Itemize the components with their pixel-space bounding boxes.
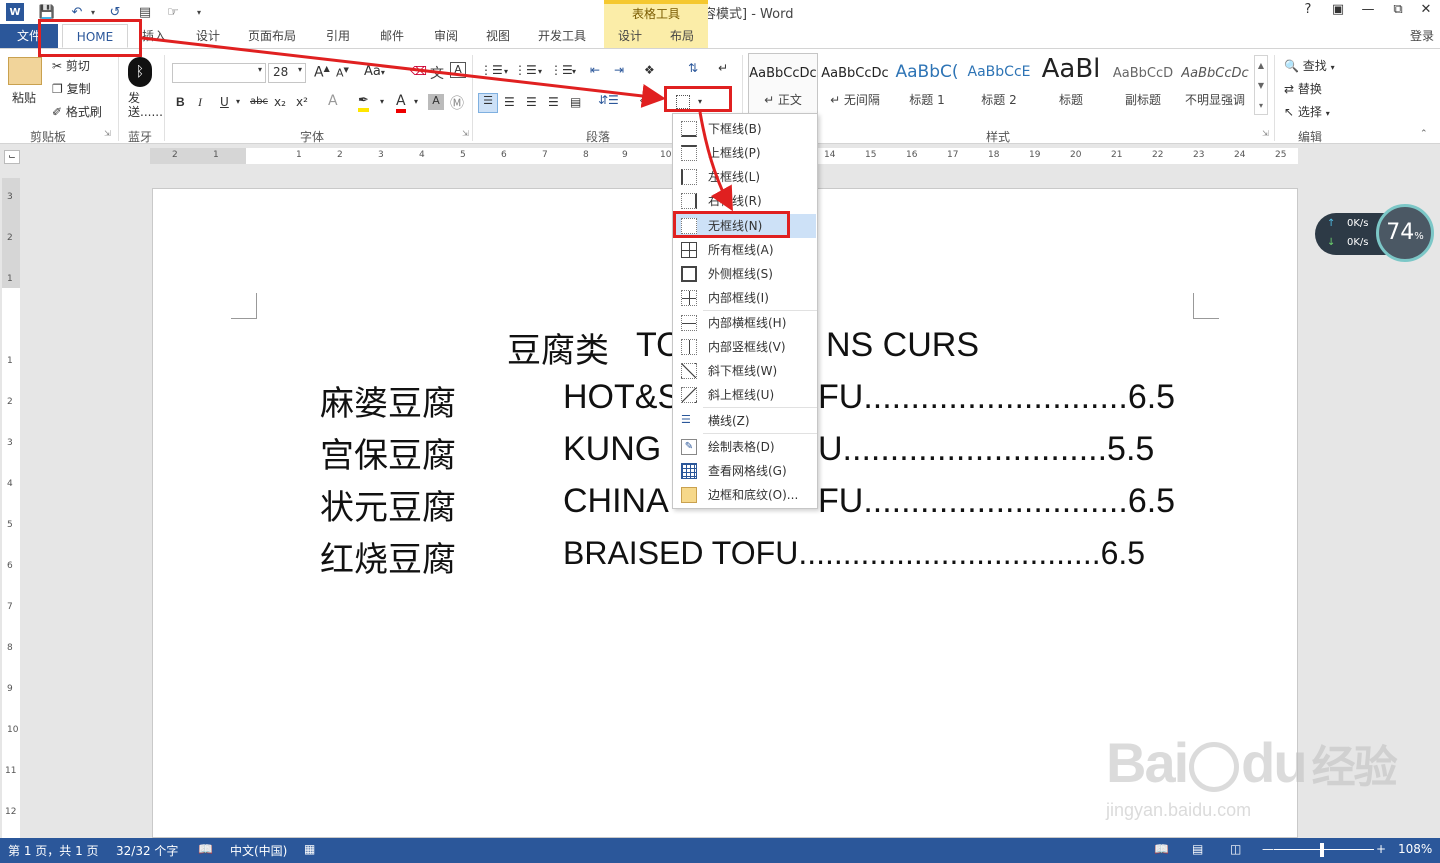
language[interactable]: 中文(中国) [230, 842, 287, 859]
zoom-slider-thumb[interactable] [1320, 843, 1324, 857]
page-count[interactable]: 第 1 页，共 1 页 [8, 842, 99, 859]
memory-percent-unit: % [1414, 231, 1424, 242]
macro-record-icon[interactable]: ▦ [304, 842, 315, 856]
annotation-arrow [141, 36, 666, 108]
proofing-icon[interactable]: 📖 [198, 842, 213, 856]
upload-speed: 0K/s [1347, 218, 1369, 229]
print-layout-icon[interactable]: ▤ [1192, 842, 1203, 856]
watermark-url: jingyan.baidu.com [1106, 800, 1252, 820]
memory-percent: 74 [1386, 220, 1415, 245]
memory-usage-gauge[interactable]: 74% [1376, 204, 1434, 262]
read-mode-icon[interactable]: 📖 [1154, 842, 1169, 856]
zoom-in-icon[interactable]: + [1376, 842, 1386, 856]
zoom-out-icon[interactable]: — [1262, 842, 1274, 856]
zoom-level[interactable]: 108% [1398, 842, 1432, 856]
watermark-brand-text-2: du [1241, 731, 1307, 794]
watermark-cn-text: 经验 [1311, 743, 1398, 792]
upload-arrow-icon: ↑ [1327, 218, 1336, 229]
download-arrow-icon: ↓ [1327, 237, 1336, 248]
word-count[interactable]: 32/32 个字 [116, 842, 178, 859]
download-speed: 0K/s [1347, 237, 1369, 248]
status-bar: 第 1 页，共 1 页 32/32 个字 📖 中文(中国) ▦ 📖 ▤ ◫ — … [0, 838, 1440, 863]
paw-logo-icon [1189, 742, 1240, 793]
watermark-brand: Bai du 经验 [1106, 730, 1398, 795]
web-layout-icon[interactable]: ◫ [1230, 842, 1241, 856]
annotation-arrow [698, 111, 733, 212]
zoom-slider-track[interactable] [1274, 849, 1374, 850]
watermark-brand-text: Bai [1106, 731, 1189, 794]
